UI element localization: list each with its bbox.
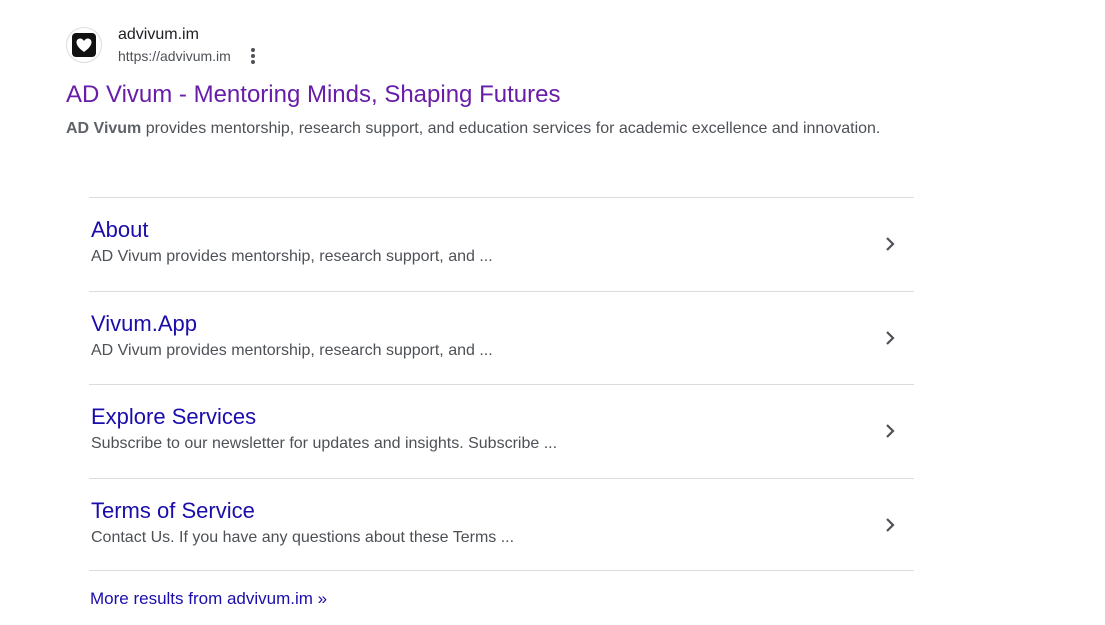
chevron-right-icon[interactable] — [880, 515, 900, 535]
sitelink-description: AD Vivum provides mentorship, research s… — [91, 341, 493, 359]
sitelink-about[interactable]: About AD Vivum provides mentorship, rese… — [89, 197, 914, 291]
heart-icon — [72, 33, 96, 57]
more-options-icon[interactable] — [245, 46, 261, 66]
chevron-right-icon[interactable] — [880, 328, 900, 348]
result-snippet: AD Vivum provides mentorship, research s… — [66, 114, 916, 143]
snippet-text: provides mentorship, research support, a… — [141, 120, 881, 137]
site-favicon[interactable] — [66, 27, 102, 63]
chevron-right-icon[interactable] — [880, 234, 900, 254]
sitelink-explore-services[interactable]: Explore Services Subscribe to our newsle… — [89, 384, 914, 478]
sitelink-description: Subscribe to our newsletter for updates … — [91, 435, 558, 452]
site-url[interactable]: https://advivum.im — [118, 46, 231, 66]
chevron-right-icon[interactable] — [880, 421, 900, 441]
site-header: advivum.im https://advivum.im — [66, 22, 916, 68]
sitelink-description: Contact Us. If you have any questions ab… — [91, 528, 515, 546]
sitelink-title[interactable]: Explore Services — [91, 403, 914, 431]
site-name[interactable]: advivum.im — [118, 24, 261, 46]
result-title-link[interactable]: AD Vivum - Mentoring Minds, Shaping Futu… — [66, 80, 916, 110]
search-result: advivum.im https://advivum.im AD Vivum -… — [66, 22, 916, 143]
sitelinks: About AD Vivum provides mentorship, rese… — [89, 197, 914, 571]
sitelink-title[interactable]: Vivum.App — [91, 310, 914, 338]
sitelink-title[interactable]: Terms of Service — [91, 497, 914, 525]
site-meta: advivum.im https://advivum.im — [118, 24, 261, 66]
more-results-link[interactable]: More results from advivum.im » — [90, 588, 327, 610]
sitelink-vivum-app[interactable]: Vivum.App AD Vivum provides mentorship, … — [89, 290, 914, 385]
sitelink-description: AD Vivum provides mentorship, research s… — [91, 248, 493, 265]
sitelink-title[interactable]: About — [91, 216, 914, 244]
sitelink-terms-of-service[interactable]: Terms of Service Contact Us. If you have… — [89, 477, 914, 571]
site-url-row: https://advivum.im — [118, 46, 261, 66]
snippet-bold: AD Vivum — [66, 120, 142, 137]
